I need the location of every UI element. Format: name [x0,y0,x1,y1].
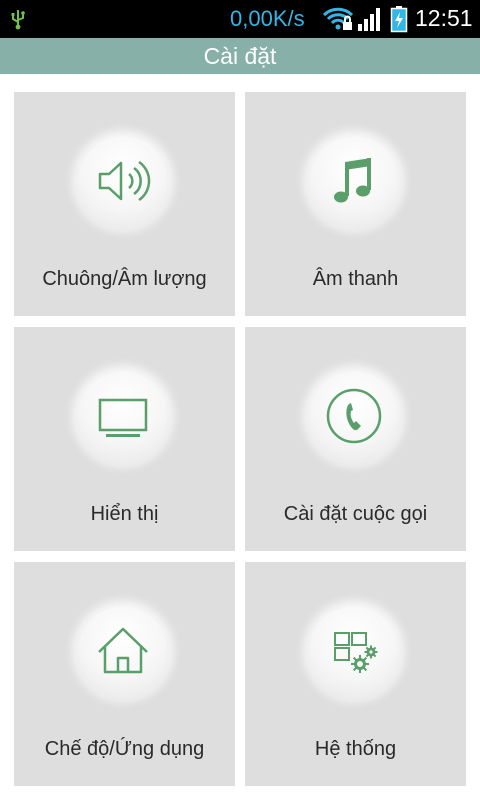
tile-label: Âm thanh [312,268,399,290]
tile-icon-circle [78,371,168,461]
music-note-icon [334,158,371,203]
tile-sound[interactable]: Âm thanh [245,92,466,316]
tile-icon-circle [78,136,168,226]
home-icon [98,627,148,674]
battery-charging-icon [390,5,408,38]
usb-icon [10,8,26,35]
tile-system[interactable]: Hệ thống [245,562,466,786]
wifi-icon [322,6,354,37]
tile-label: Chuông/Âm lượng [42,268,207,290]
tile-label: Cài đặt cuộc gọi [283,503,428,525]
tile-label: Hệ thống [314,738,397,760]
speaker-volume-icon [98,160,151,202]
tile-label: Chế độ/Ứng dụng [44,738,205,760]
page-title: Cài đặt [0,38,480,74]
display-monitor-icon [98,398,148,437]
tile-icon-circle [309,371,399,461]
tile-display[interactable]: Hiển thị [14,327,235,551]
phone-call-icon [326,388,382,444]
tile-label: Hiển thị [90,503,159,525]
system-gear-icon [334,632,378,673]
signal-icon [357,6,383,37]
tile-icon-circle [309,136,399,226]
network-speed: 0,00K/s [230,6,305,31]
tile-icon-circle [78,606,168,696]
status-bar: 0,00K/s 12:51 [0,0,480,38]
tile-icon-circle [309,606,399,696]
status-clock: 12:51 [415,5,473,31]
tile-call-settings[interactable]: Cài đặt cuộc gọi [245,327,466,551]
tile-mode-apps[interactable]: Chế độ/Ứng dụng [14,562,235,786]
tile-ringtone-volume[interactable]: Chuông/Âm lượng [14,92,235,316]
